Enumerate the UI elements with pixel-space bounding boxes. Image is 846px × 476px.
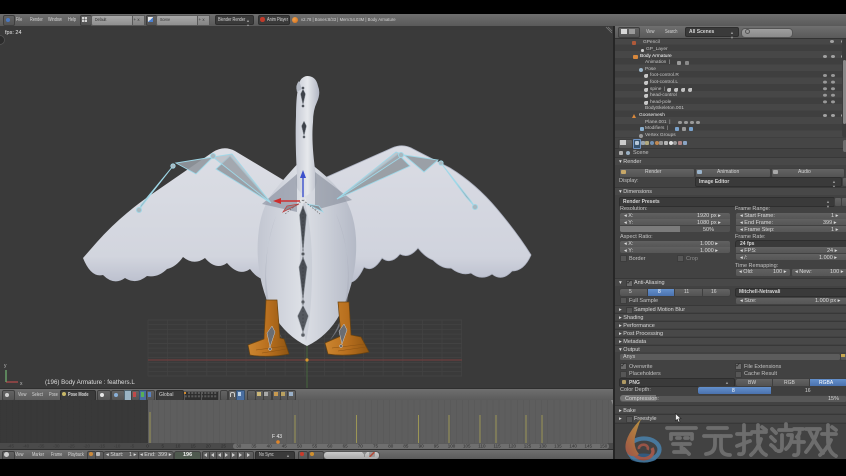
svg-text:90: 90 [419, 444, 425, 449]
svg-text:100: 100 [448, 444, 456, 449]
svg-text:50: 50 [297, 444, 303, 449]
svg-text:40: 40 [267, 444, 273, 449]
svg-text:115: 115 [494, 444, 502, 449]
svg-text:-5: -5 [130, 444, 134, 449]
svg-text:105: 105 [463, 444, 471, 449]
svg-text:20: 20 [206, 444, 212, 449]
svg-text:y: y [4, 363, 7, 369]
svg-text:95: 95 [434, 444, 440, 449]
svg-text:-10: -10 [114, 444, 121, 449]
svg-text:70: 70 [358, 444, 364, 449]
svg-text:140: 140 [569, 444, 577, 449]
svg-text:60: 60 [327, 444, 333, 449]
svg-text:25: 25 [221, 444, 227, 449]
svg-text:-20: -20 [83, 444, 90, 449]
svg-text:45: 45 [282, 444, 288, 449]
svg-text:65: 65 [343, 444, 349, 449]
svg-text:-40: -40 [23, 444, 30, 449]
svg-text:75: 75 [373, 444, 379, 449]
svg-text:35: 35 [251, 444, 257, 449]
svg-text:125: 125 [524, 444, 532, 449]
svg-text:10: 10 [175, 444, 181, 449]
svg-text:-45: -45 [7, 444, 14, 449]
svg-text:x: x [20, 381, 23, 387]
svg-text:-30: -30 [53, 444, 60, 449]
svg-text:85: 85 [403, 444, 409, 449]
svg-text:-35: -35 [38, 444, 45, 449]
svg-text:135: 135 [554, 444, 562, 449]
svg-text:145: 145 [585, 444, 593, 449]
svg-text:15: 15 [191, 444, 197, 449]
svg-text:55: 55 [312, 444, 318, 449]
svg-text:F 43: F 43 [272, 434, 282, 440]
svg-text:(196) Body Armature : feathers: (196) Body Armature : feathers.L [45, 379, 135, 386]
svg-text:30: 30 [236, 444, 242, 449]
svg-text:120: 120 [509, 444, 517, 449]
svg-text:150: 150 [600, 444, 608, 449]
svg-text:80: 80 [388, 444, 394, 449]
svg-text:110: 110 [478, 444, 486, 449]
svg-text:fps: 24: fps: 24 [5, 30, 22, 36]
svg-text:-15: -15 [99, 444, 106, 449]
svg-text:-25: -25 [68, 444, 75, 449]
svg-text:130: 130 [539, 444, 547, 449]
